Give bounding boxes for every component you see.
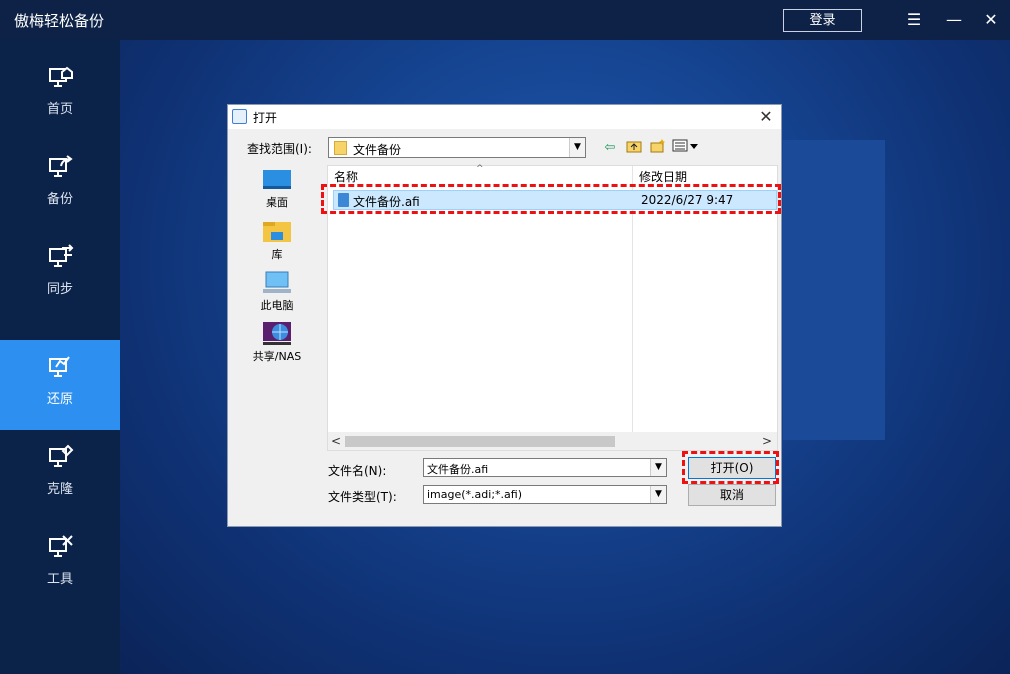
filetype-select[interactable]: image(*.adi;*.afi) ▼ bbox=[423, 485, 667, 504]
dialog-close-icon[interactable]: ✕ bbox=[756, 107, 776, 127]
minimize-icon[interactable]: — bbox=[944, 10, 964, 30]
sidebar-item-label: 备份 bbox=[46, 192, 73, 207]
cancel-button[interactable]: 取消 bbox=[688, 484, 776, 506]
file-modified: 2022/6/27 9:47 bbox=[641, 193, 734, 207]
network-share-icon bbox=[263, 322, 291, 345]
filename-input[interactable]: 文件备份.afi ▼ bbox=[423, 458, 667, 477]
scroll-left-icon[interactable]: < bbox=[331, 432, 343, 450]
sidebar-item-label: 还原 bbox=[46, 392, 73, 407]
tools-monitor-icon bbox=[49, 535, 73, 557]
sidebar-item-label: 首页 bbox=[46, 102, 73, 117]
sidebar-item-backup[interactable]: 备份 bbox=[0, 140, 120, 230]
place-network-share[interactable]: 共享/NAS bbox=[246, 318, 308, 368]
scroll-right-icon[interactable]: > bbox=[762, 432, 774, 450]
chevron-down-icon[interactable]: ▼ bbox=[650, 486, 666, 503]
sidebar-item-home[interactable]: 首页 bbox=[0, 50, 120, 140]
dialog-title: 打开 bbox=[253, 111, 278, 125]
filetype-label: 文件类型(T): bbox=[328, 490, 397, 504]
restore-monitor-icon bbox=[49, 356, 70, 377]
place-library[interactable]: 库 bbox=[246, 216, 308, 266]
sync-monitor-icon bbox=[49, 244, 74, 267]
dialog-app-icon bbox=[232, 109, 247, 124]
login-button[interactable]: 登录 bbox=[783, 9, 862, 32]
chevron-down-icon[interactable]: ▼ bbox=[569, 138, 585, 157]
file-row[interactable]: 文件备份.afi 2022/6/27 9:47 bbox=[333, 190, 777, 210]
sidebar-item-tools[interactable]: 工具 bbox=[0, 520, 120, 610]
scrollbar-thumb[interactable] bbox=[345, 436, 615, 447]
library-icon bbox=[263, 222, 291, 242]
sidebar-item-label: 克隆 bbox=[46, 482, 73, 497]
dialog-title-bar: 打开 ✕ bbox=[228, 105, 781, 129]
horizontal-scrollbar[interactable]: < > bbox=[328, 432, 777, 450]
sidebar-item-label: 同步 bbox=[46, 282, 73, 297]
sidebar: 首页 备份 同步 还原 克隆 工具 bbox=[0, 40, 120, 674]
computer-icon bbox=[263, 271, 291, 293]
place-this-pc[interactable]: 此电脑 bbox=[246, 267, 308, 317]
sidebar-item-sync[interactable]: 同步 bbox=[0, 230, 120, 320]
sidebar-item-restore[interactable]: 还原 bbox=[0, 340, 120, 430]
column-header-modified[interactable]: 修改日期 bbox=[639, 166, 687, 188]
places-bar: 桌面 库 此电脑 共享/NAS bbox=[246, 164, 308, 374]
home-monitor-icon bbox=[49, 66, 73, 87]
open-file-dialog: 打开 ✕ 查找范围(I): 文件备份 ▼ ⇦ 桌面 库 此电脑 共享/NAS 名… bbox=[227, 104, 782, 527]
sidebar-item-label: 工具 bbox=[46, 572, 73, 587]
view-menu-icon[interactable] bbox=[671, 139, 701, 157]
open-button[interactable]: 打开(O) bbox=[688, 457, 776, 479]
folder-icon bbox=[334, 141, 347, 155]
filename-label: 文件名(N): bbox=[328, 464, 387, 478]
backup-monitor-icon bbox=[49, 155, 73, 177]
sort-caret-icon: ^ bbox=[476, 164, 484, 174]
filename-value: 文件备份.afi bbox=[427, 463, 489, 476]
look-in-label: 查找范围(I): bbox=[247, 142, 312, 156]
title-bar: 傲梅轻松备份 登录 ☰ — ✕ bbox=[0, 0, 1010, 40]
background-panel bbox=[783, 140, 885, 440]
file-name: 文件备份.afi bbox=[353, 195, 420, 209]
place-label: 桌面 bbox=[266, 196, 288, 209]
menu-icon[interactable]: ☰ bbox=[904, 10, 924, 30]
filetype-value: image(*.adi;*.afi) bbox=[427, 488, 522, 501]
file-list[interactable]: 名称 ^ 修改日期 文件备份.afi 2022/6/27 9:47 < > bbox=[327, 164, 778, 451]
close-icon[interactable]: ✕ bbox=[981, 10, 1001, 30]
look-in-value: 文件备份 bbox=[353, 143, 402, 157]
back-arrow-icon[interactable]: ⇦ bbox=[599, 139, 621, 157]
place-label: 共享/NAS bbox=[252, 350, 302, 363]
clone-monitor-icon bbox=[49, 444, 74, 467]
up-folder-icon[interactable] bbox=[623, 139, 645, 157]
archive-file-icon bbox=[338, 193, 349, 207]
desktop-icon bbox=[263, 170, 291, 189]
place-label: 此电脑 bbox=[260, 299, 294, 312]
sidebar-item-clone[interactable]: 克隆 bbox=[0, 430, 120, 520]
new-folder-icon[interactable] bbox=[647, 139, 669, 157]
column-header-name[interactable]: 名称 bbox=[334, 166, 358, 188]
place-label: 库 bbox=[271, 248, 283, 261]
place-desktop[interactable]: 桌面 bbox=[246, 164, 308, 214]
app-title: 傲梅轻松备份 bbox=[14, 12, 105, 30]
chevron-down-icon[interactable]: ▼ bbox=[650, 459, 666, 476]
look-in-select[interactable]: 文件备份 ▼ bbox=[328, 137, 586, 158]
